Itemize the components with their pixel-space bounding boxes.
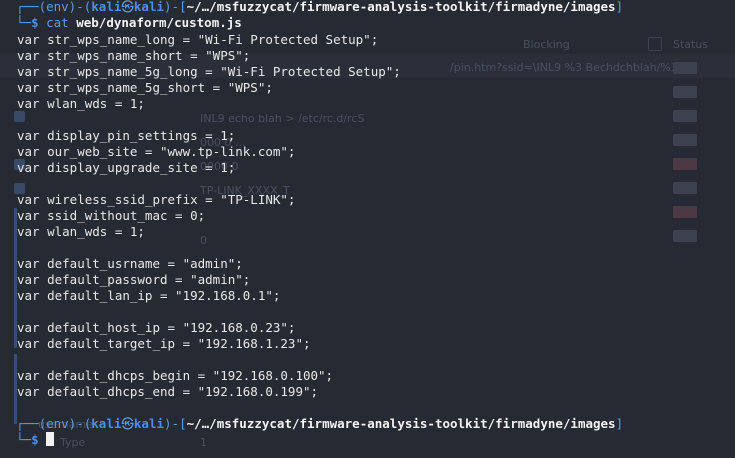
- prompt-bracket: ]: [615, 416, 624, 431]
- prompt-user: kali: [91, 416, 122, 431]
- prompt-user: kali: [91, 0, 122, 14]
- prompt-input-line[interactable]: └─$: [16, 432, 55, 448]
- prompt-path: ~/…/msfuzzycat/firmware-analysis-toolkit…: [186, 0, 616, 14]
- prompt-dash: -: [171, 416, 180, 431]
- prompt-bracket: [: [179, 0, 187, 14]
- prompt-header: ┌──(env)-(kali㉿kali)-[~/…/msfuzzycat/fir…: [16, 416, 623, 432]
- output-line: var str_wps_name_long = "Wi-Fi Protected…: [17, 32, 379, 47]
- output-line: var str_wps_name_5g_short = "WPS";: [17, 80, 273, 95]
- prompt-corner-top: ┌──: [16, 416, 39, 431]
- output-line: var display_upgrade_site = 1;: [17, 160, 236, 175]
- command-argument: web/dynaform/custom.js: [76, 15, 242, 30]
- prompt-header: ┌──(env)-(kali㉿kali)-[~/…/msfuzzycat/fir…: [16, 0, 623, 15]
- output-line: var default_lan_ip = "192.168.0.1";: [17, 288, 281, 303]
- output-line: var str_wps_name_5g_long = "Wi-Fi Protec…: [17, 64, 401, 79]
- kali-skull-icon: ㉿: [121, 0, 134, 14]
- prompt-env: (env): [38, 416, 77, 431]
- prompt-env: (env): [38, 0, 77, 14]
- prompt-dash: -: [171, 0, 180, 14]
- prompt-dollar: $: [31, 432, 39, 447]
- prompt-corner-bottom: └─: [16, 15, 32, 30]
- prompt-corner-top: ┌──: [16, 0, 39, 14]
- output-line: var default_dhcps_end = "192.168.0.199";: [17, 384, 319, 399]
- prompt-corner-bottom: └─: [16, 432, 32, 447]
- prompt-bracket: [: [179, 416, 187, 431]
- prompt-paren: ): [164, 416, 172, 431]
- text-cursor[interactable]: [46, 432, 55, 446]
- output-line: var default_dhcps_begin = "192.168.0.100…: [17, 368, 334, 383]
- prompt-path: ~/…/msfuzzycat/firmware-analysis-toolkit…: [186, 416, 616, 431]
- output-line: var wlan_wds = 1;: [17, 224, 145, 239]
- prompt-host: kali: [133, 0, 165, 14]
- output-line: var display_pin_settings = 1;: [17, 128, 236, 143]
- terminal-window[interactable]: ┌──(env)-(kali㉿kali)-[~/…/msfuzzycat/fir…: [0, 0, 735, 458]
- output-line: var str_wps_name_short = "WPS";: [17, 48, 251, 63]
- prompt-bracket: ]: [615, 0, 624, 14]
- command-name: cat: [46, 15, 69, 30]
- output-line: var default_password = "admin";: [17, 272, 251, 287]
- output-line: var wlan_wds = 1;: [17, 96, 145, 111]
- output-line: var default_usrname = "admin";: [17, 256, 243, 271]
- prompt-dash: -: [76, 0, 84, 14]
- prompt-command-line: └─$ cat web/dynaform/custom.js: [16, 15, 242, 31]
- prompt-paren: ): [164, 0, 172, 14]
- output-line: var default_target_ip = "192.168.1.23";: [17, 336, 311, 351]
- output-line: var our_web_site = "www.tp-link.com";: [17, 144, 296, 159]
- output-line: var default_host_ip = "192.168.0.23";: [17, 320, 296, 335]
- prompt-host: kali: [133, 416, 165, 431]
- output-line: var ssid_without_mac = 0;: [17, 208, 206, 223]
- output-line: var wireless_ssid_prefix = "TP-LINK";: [17, 192, 296, 207]
- prompt-dash: -: [76, 416, 84, 431]
- kali-skull-icon: ㉿: [121, 416, 134, 431]
- prompt-dollar: $: [31, 15, 39, 30]
